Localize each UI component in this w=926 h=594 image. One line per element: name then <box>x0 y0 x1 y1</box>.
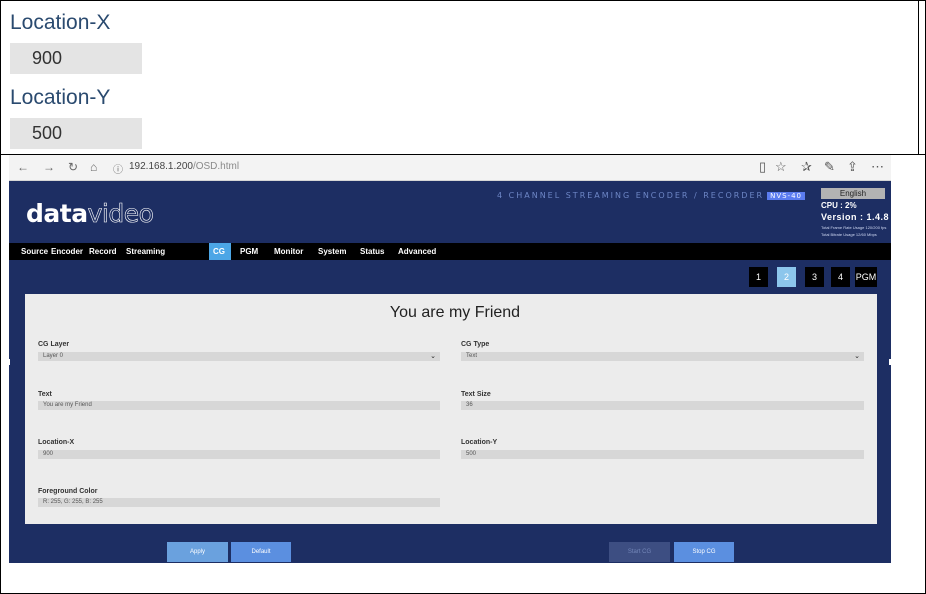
text-size-input[interactable]: 36 <box>461 401 864 410</box>
location-y-input[interactable]: 500 <box>461 450 864 459</box>
refresh-icon[interactable]: ↻ <box>68 160 78 174</box>
chevron-down-icon: ⌄ <box>430 353 436 360</box>
cg-settings-panel: You are my Friend CG Layer Layer 0 ⌄ CG … <box>25 294 877 524</box>
model-badge: NVS-40 <box>767 192 805 200</box>
figure-frame: Location-X 900 Location-Y 500 ← → ↻ ⌂ ⓘ … <box>0 0 926 594</box>
home-icon[interactable]: ⌂ <box>90 160 97 174</box>
cg-type-label: CG Type <box>461 341 490 348</box>
menu-item-system[interactable]: System <box>314 243 350 260</box>
location-x-input[interactable]: 900 <box>38 450 440 459</box>
location-x-label: Location-X <box>38 439 75 446</box>
url-host: 192.168.1.200 <box>129 161 193 172</box>
forward-icon[interactable]: → <box>43 160 55 174</box>
page-button-pgm[interactable]: PGM <box>855 267 877 287</box>
menu-item-record[interactable]: Record <box>85 243 121 260</box>
location-y-label: Location-Y <box>461 439 498 446</box>
menu-item-cg[interactable]: CG <box>209 243 231 260</box>
text-size-label: Text Size <box>461 391 491 398</box>
menu-item-monitor[interactable]: Monitor <box>270 243 307 260</box>
start-cg-button[interactable]: Start CG <box>609 542 670 562</box>
address-bar[interactable]: 192.168.1.200/OSD.html <box>129 161 239 172</box>
product-title: 4 CHANNEL STREAMING ENCODER / RECORDER NV… <box>497 191 805 200</box>
foreground-color-input[interactable]: R: 255, G: 255, B: 255 <box>38 498 440 507</box>
reading-view-icon[interactable]: ▯ <box>759 159 766 175</box>
cg-type-select[interactable]: Text ⌄ <box>461 352 864 361</box>
bitrate-usage: Total Bitrate Usage 12/60 Mbps <box>821 232 877 237</box>
chevron-down-icon: ⌄ <box>854 353 860 360</box>
callout-location-y-label: Location-Y <box>10 86 111 109</box>
callout-location-y-value: 500 <box>10 118 142 149</box>
share-icon[interactable]: ⇪ <box>847 159 858 175</box>
page-button-2[interactable]: 2 <box>777 267 796 287</box>
language-select[interactable]: English <box>821 188 885 199</box>
menu-item-streaming[interactable]: Streaming <box>122 243 169 260</box>
foreground-color-label: Foreground Color <box>38 488 98 495</box>
info-icon: ⓘ <box>113 165 123 176</box>
more-icon[interactable]: ⋯ <box>871 159 884 175</box>
text-input[interactable]: You are my Friend <box>38 401 440 410</box>
logo: datavideo <box>26 199 154 229</box>
callout-location-x-value: 900 <box>10 43 142 74</box>
apply-button[interactable]: Apply <box>167 542 228 562</box>
default-button[interactable]: Default <box>231 542 291 562</box>
version-label: Version : 1.4.8 <box>821 212 890 222</box>
callout-location-x-label: Location-X <box>10 11 111 34</box>
favorites-hub-icon[interactable]: ✰ <box>801 159 812 175</box>
url-path: /OSD.html <box>192 161 240 172</box>
cg-preview-title: You are my Friend <box>389 304 521 321</box>
favorite-icon[interactable]: ☆ <box>775 159 787 175</box>
frame-rate-usage: Total Frame Rate Usage 120/200 fps <box>821 225 887 230</box>
menu-item-encoder[interactable]: Encoder <box>47 243 87 260</box>
pen-icon[interactable]: ✎ <box>824 159 835 175</box>
page-button-4[interactable]: 4 <box>831 267 850 287</box>
menu-item-pgm[interactable]: PGM <box>236 243 262 260</box>
back-icon[interactable]: ← <box>17 160 29 174</box>
browser-toolbar: ← → ↻ ⌂ ⓘ 192.168.1.200/OSD.html ▯ ☆ ✰ ✎… <box>9 155 891 181</box>
selection-handle <box>889 359 893 365</box>
page-button-3[interactable]: 3 <box>805 267 824 287</box>
main-menu: Source Encoder Record Streaming CG PGM M… <box>9 243 891 260</box>
selection-handle <box>6 359 10 365</box>
menu-item-advanced[interactable]: Advanced <box>394 243 440 260</box>
browser-window: ← → ↻ ⌂ ⓘ 192.168.1.200/OSD.html ▯ ☆ ✰ ✎… <box>9 155 891 563</box>
cg-layer-label: CG Layer <box>38 341 70 348</box>
stop-cg-button[interactable]: Stop CG <box>674 542 734 562</box>
divider <box>918 1 919 154</box>
menu-item-status[interactable]: Status <box>356 243 388 260</box>
cpu-usage: CPU : 2% <box>821 201 857 210</box>
text-label: Text <box>38 391 52 398</box>
page-button-1[interactable]: 1 <box>749 267 768 287</box>
cg-layer-select[interactable]: Layer 0 ⌄ <box>38 352 440 361</box>
